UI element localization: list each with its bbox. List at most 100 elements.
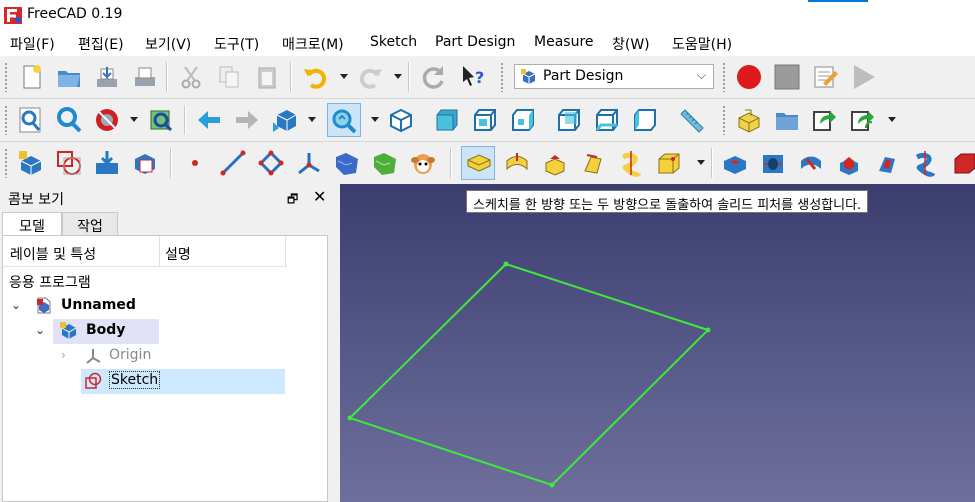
menu-measure[interactable]: Measure: [534, 34, 594, 50]
tab-tasks[interactable]: 작업: [62, 212, 118, 236]
paste-button[interactable]: [250, 60, 284, 94]
open-button[interactable]: [52, 60, 86, 94]
tree-item-sketch[interactable]: Sketch: [3, 369, 285, 394]
toolbar-grip[interactable]: [722, 105, 726, 135]
additive-loft-button[interactable]: [538, 146, 572, 180]
chevron-down-icon[interactable]: ⌄: [35, 323, 45, 337]
create-group-button[interactable]: [770, 103, 804, 137]
column-header-label[interactable]: 레이블 및 특성: [10, 244, 96, 264]
refresh-button[interactable]: [416, 60, 450, 94]
view-front-button[interactable]: [430, 103, 464, 137]
chevron-right-icon[interactable]: ›: [61, 348, 66, 362]
forward-button[interactable]: [230, 103, 264, 137]
menu-sketch[interactable]: Sketch: [370, 34, 417, 50]
menu-part-design[interactable]: Part Design: [435, 34, 515, 50]
float-panel-icon[interactable]: 🗗: [287, 190, 298, 211]
redo-button[interactable]: [354, 60, 388, 94]
fit-selection-button[interactable]: [52, 103, 86, 137]
toolbar-separator: [290, 62, 292, 92]
save-button[interactable]: [90, 60, 124, 94]
additive-primitive-button[interactable]: [652, 146, 686, 180]
whats-this-button[interactable]: ?: [456, 60, 490, 94]
bounding-box-button[interactable]: [144, 103, 178, 137]
macro-record-button[interactable]: [732, 60, 766, 94]
create-sketch-button[interactable]: [52, 146, 86, 180]
view-top-button[interactable]: [468, 103, 502, 137]
toolbar-grip[interactable]: [4, 148, 8, 178]
subtractive-loft-button[interactable]: [832, 146, 866, 180]
copy-button[interactable]: [212, 60, 246, 94]
menu-edit[interactable]: 편집(E): [78, 34, 124, 54]
draw-style-button[interactable]: [90, 103, 124, 137]
new-document-button[interactable]: [14, 60, 48, 94]
map-sketch-button[interactable]: [128, 146, 162, 180]
subtractive-helix-button[interactable]: [908, 146, 942, 180]
subshape-binder-button[interactable]: [368, 146, 402, 180]
tree-item-unnamed[interactable]: ⌄ Unnamed: [3, 294, 285, 319]
subtractive-primitive-button[interactable]: [946, 146, 975, 180]
macro-edit-button[interactable]: [808, 60, 842, 94]
toolbar-grip[interactable]: [722, 62, 726, 92]
tree-item-origin[interactable]: › Origin: [3, 344, 285, 369]
clone-button[interactable]: [406, 146, 440, 180]
menu-tools[interactable]: 도구(T): [214, 34, 259, 54]
sketch-outline: [348, 263, 710, 487]
additive-helix-button[interactable]: [614, 146, 648, 180]
groove-button[interactable]: [794, 146, 828, 180]
chevron-down-icon[interactable]: ⌄: [11, 298, 21, 312]
cut-button[interactable]: [174, 60, 208, 94]
menu-window[interactable]: 창(W): [612, 34, 650, 54]
undo-dropdown-icon[interactable]: [340, 74, 348, 79]
view-rear-button[interactable]: [552, 103, 586, 137]
workbench-selector[interactable]: Part Design ⌵: [514, 64, 714, 89]
make-link-button[interactable]: [808, 103, 842, 137]
hole-button[interactable]: [756, 146, 790, 180]
create-body-button[interactable]: [14, 146, 48, 180]
column-header-description[interactable]: 설명: [165, 244, 191, 264]
view-isometric-button[interactable]: [384, 103, 418, 137]
additive-pipe-button[interactable]: [576, 146, 610, 180]
datum-plane-button[interactable]: [254, 146, 288, 180]
toolbar-grip[interactable]: [500, 62, 504, 92]
3d-viewport[interactable]: [340, 184, 975, 502]
fit-all-button[interactable]: [14, 103, 48, 137]
measure-distance-button[interactable]: [674, 103, 708, 137]
zoom-button[interactable]: [327, 103, 361, 137]
pocket-button[interactable]: [718, 146, 752, 180]
tree-item-body[interactable]: ⌄ Body: [3, 319, 285, 344]
back-button[interactable]: [192, 103, 226, 137]
view-right-button[interactable]: [506, 103, 540, 137]
view-bottom-button[interactable]: [590, 103, 624, 137]
panel-splitter[interactable]: [330, 184, 340, 502]
revolution-button[interactable]: [500, 146, 534, 180]
menu-macro[interactable]: 매크로(M): [282, 34, 344, 54]
additive-primitive-dropdown-icon[interactable]: [697, 160, 705, 165]
link-actions-dropdown-icon[interactable]: [888, 117, 896, 122]
pad-button[interactable]: [461, 146, 495, 180]
datum-line-button[interactable]: [216, 146, 250, 180]
local-cs-button[interactable]: [292, 146, 326, 180]
zoom-dropdown-icon[interactable]: [371, 117, 379, 122]
menu-view[interactable]: 보기(V): [145, 34, 191, 54]
toolbar-grip[interactable]: [4, 105, 8, 135]
link-actions-button[interactable]: [846, 103, 880, 137]
draw-style-dropdown-icon[interactable]: [130, 117, 138, 122]
tab-model[interactable]: 모델: [2, 212, 62, 236]
menu-file[interactable]: 파일(F): [10, 34, 55, 54]
undo-button[interactable]: [298, 60, 332, 94]
print-button[interactable]: [128, 60, 162, 94]
std-views-dropdown-icon[interactable]: [308, 117, 316, 122]
toolbar-grip[interactable]: [4, 62, 8, 92]
menu-help[interactable]: 도움말(H): [672, 34, 732, 54]
subtractive-pipe-button[interactable]: [870, 146, 904, 180]
redo-dropdown-icon[interactable]: [394, 74, 402, 79]
validate-sketch-button[interactable]: [90, 146, 124, 180]
std-views-button[interactable]: [268, 103, 302, 137]
create-part-button[interactable]: [732, 103, 766, 137]
macro-run-button[interactable]: [846, 60, 880, 94]
datum-point-button[interactable]: [178, 146, 212, 180]
macro-stop-button[interactable]: [770, 60, 804, 94]
close-icon[interactable]: ✕: [313, 187, 326, 206]
shape-binder-button[interactable]: [330, 146, 364, 180]
view-left-button[interactable]: [628, 103, 662, 137]
